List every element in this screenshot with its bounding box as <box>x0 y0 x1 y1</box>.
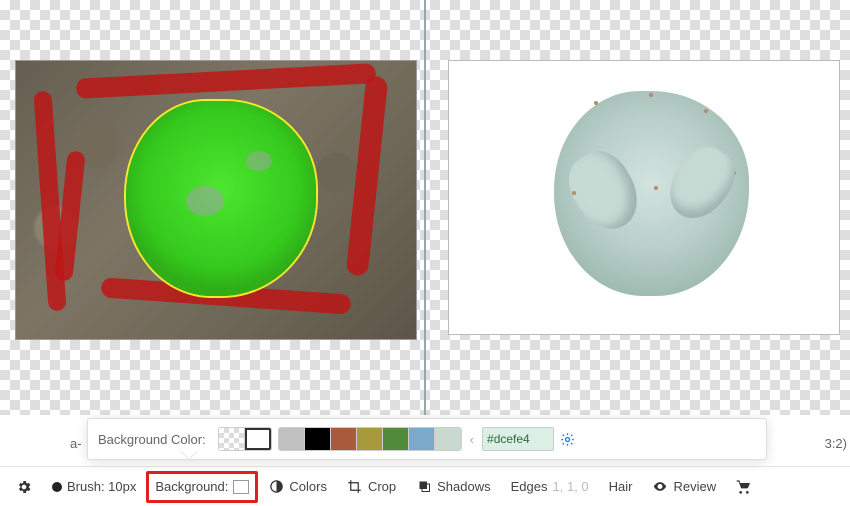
swatch-group-basic <box>218 427 272 451</box>
source-image[interactable] <box>15 60 417 340</box>
swatch-group-colors <box>278 427 462 451</box>
hair-label: Hair <box>609 479 633 494</box>
foreground-mark <box>126 101 316 296</box>
shadow-icon <box>416 479 432 495</box>
background-button[interactable]: Background: <box>146 471 258 503</box>
background-mark <box>346 75 389 276</box>
swatch-brown[interactable] <box>331 428 357 450</box>
eye-icon <box>652 479 668 495</box>
background-swatch-icon <box>233 480 249 494</box>
toolbar: Brush: 10px Background: Colors Crop Shad… <box>0 466 850 506</box>
brush-size-button[interactable]: Brush: 10px <box>42 471 146 503</box>
cutout-subject <box>554 91 749 296</box>
filename-prefix: a- <box>70 436 82 451</box>
background-label: Background: <box>155 479 228 494</box>
crop-icon <box>347 479 363 495</box>
contrast-icon <box>268 479 284 495</box>
swatch-transparent[interactable] <box>219 428 245 450</box>
separator: ‹ <box>468 432 476 447</box>
background-color-popup: Background Color: ‹ <box>87 418 767 460</box>
swatch-green[interactable] <box>383 428 409 450</box>
hair-button[interactable]: Hair <box>599 471 643 503</box>
review-label: Review <box>673 479 716 494</box>
brush-dot-icon <box>52 482 62 492</box>
swatch-sage[interactable] <box>435 428 461 450</box>
result-pane[interactable] <box>426 0 850 415</box>
aspect-ratio-label: 3:2) <box>825 436 847 451</box>
gear-icon <box>16 479 32 495</box>
swatch-white[interactable] <box>245 428 271 450</box>
swatch-blue[interactable] <box>409 428 435 450</box>
swatch-olive[interactable] <box>357 428 383 450</box>
result-image <box>448 60 840 335</box>
cart-icon <box>736 479 752 495</box>
source-pane[interactable] <box>0 0 424 415</box>
swatch-gray[interactable] <box>279 428 305 450</box>
colors-label: Colors <box>289 479 327 494</box>
review-button[interactable]: Review <box>642 471 726 503</box>
colors-button[interactable]: Colors <box>258 471 337 503</box>
edges-button[interactable]: Edges 1, 1, 0 <box>501 471 599 503</box>
crop-button[interactable]: Crop <box>337 471 406 503</box>
popup-title: Background Color: <box>98 432 206 447</box>
color-settings-icon[interactable] <box>560 432 575 447</box>
settings-button[interactable] <box>6 471 42 503</box>
shadows-button[interactable]: Shadows <box>406 471 500 503</box>
crop-label: Crop <box>368 479 396 494</box>
shadows-label: Shadows <box>437 479 490 494</box>
cart-button[interactable] <box>726 471 762 503</box>
swatch-black[interactable] <box>305 428 331 450</box>
edges-values: 1, 1, 0 <box>553 479 589 494</box>
brush-label: Brush: 10px <box>67 479 136 494</box>
hex-color-input[interactable] <box>482 427 554 451</box>
workspace <box>0 0 850 415</box>
edges-label: Edges <box>511 479 548 494</box>
background-mark <box>76 63 377 99</box>
